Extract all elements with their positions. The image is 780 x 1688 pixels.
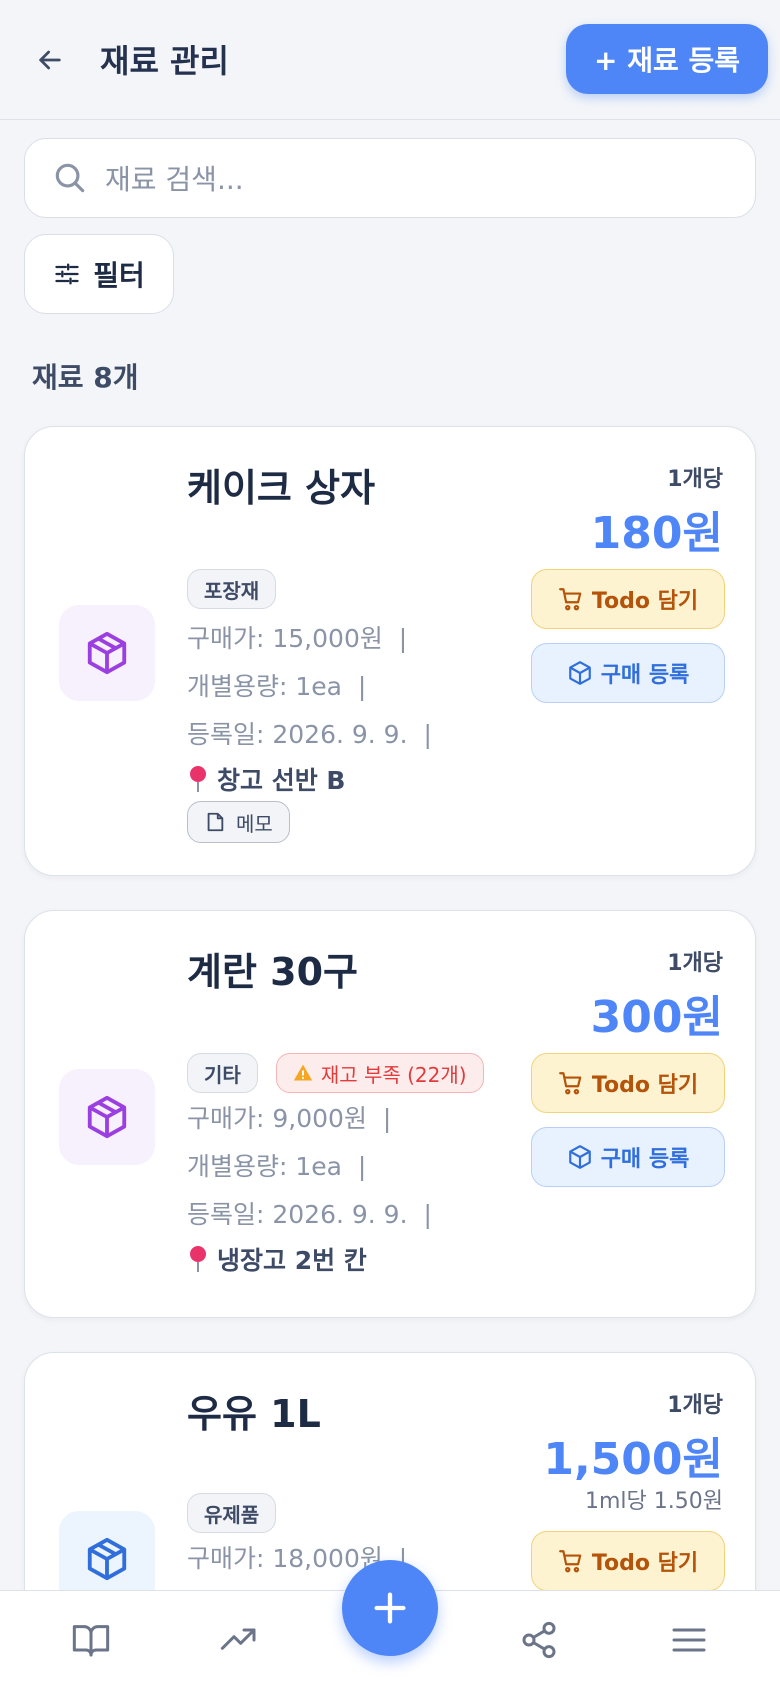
plus-icon	[374, 1592, 406, 1624]
purchase-price: 구매가: 15,000원 |	[187, 624, 408, 653]
add-todo-button[interactable]: Todo 담기	[531, 1053, 725, 1113]
register-purchase-button[interactable]: 구매 등록	[531, 643, 725, 703]
low-stock-badge: 재고 부족 (22개)	[275, 1053, 484, 1093]
material-card[interactable]: 계란 30구 1개당 300원 기타 재고 부족 (22개) 구매가: 9,00…	[24, 910, 756, 1318]
menu-icon	[672, 1628, 706, 1652]
nav-share[interactable]	[514, 1615, 564, 1665]
note-icon	[207, 812, 224, 832]
category-tag: 포장재	[187, 569, 277, 609]
back-button[interactable]	[30, 40, 70, 80]
register-purchase-button[interactable]: 구매 등록	[531, 1127, 725, 1187]
search-box	[24, 138, 756, 218]
material-card[interactable]: 케이크 상자 1개당 180원 포장재 구매가: 15,000원 | 개별용량:…	[24, 426, 756, 876]
material-name: 우유 1L	[187, 1392, 321, 1436]
filter-button[interactable]: 필터	[24, 234, 174, 314]
book-open-icon	[72, 1625, 110, 1657]
storage-location: 냉장고 2번 칸	[187, 1241, 367, 1277]
search-icon	[55, 163, 85, 193]
filter-label: 필터	[93, 259, 145, 292]
page-title: 재료 관리	[100, 42, 229, 80]
share-icon	[522, 1621, 556, 1659]
unit-label: 1개당	[667, 1393, 723, 1418]
unit-label: 1개당	[667, 467, 723, 492]
tag-list: 유제품	[187, 1493, 277, 1533]
package-icon	[87, 1537, 127, 1581]
material-thumbnail	[59, 605, 155, 701]
material-count: 재료 8개	[32, 361, 139, 394]
package-icon	[87, 631, 127, 675]
unit-price: 300원	[590, 992, 723, 1043]
unit-volume: 개별용량: 1ea |	[187, 672, 367, 701]
arrow-left-icon	[39, 50, 61, 70]
package-icon	[568, 1145, 591, 1169]
registered-date: 등록일: 2026. 9. 9. |	[187, 1200, 432, 1229]
floating-add-button[interactable]	[342, 1560, 438, 1656]
nav-trends[interactable]	[214, 1615, 264, 1665]
per-ml-price: 1ml당 1.50원	[585, 1489, 723, 1514]
material-name: 계란 30구	[187, 950, 358, 994]
app-header: 재료 관리 + 재료 등록	[0, 0, 780, 120]
purchase-price: 구매가: 9,000원 |	[187, 1104, 392, 1133]
sliders-icon	[55, 263, 79, 285]
unit-volume: 개별용량: 1ea |	[187, 1152, 367, 1181]
trending-up-icon	[220, 1628, 256, 1650]
pin-icon	[190, 766, 206, 792]
tag-list: 기타 재고 부족 (22개)	[187, 1053, 484, 1093]
nav-menu[interactable]	[664, 1615, 714, 1665]
unit-price: 180원	[590, 508, 723, 559]
cart-icon	[558, 1072, 582, 1095]
unit-label: 1개당	[667, 951, 723, 976]
unit-price: 1,500원	[543, 1434, 723, 1485]
category-tag: 기타	[187, 1053, 258, 1093]
add-material-button[interactable]: + 재료 등록	[566, 24, 768, 94]
memo-button[interactable]: 메모	[187, 801, 290, 843]
nav-recipes[interactable]	[66, 1615, 116, 1665]
cart-icon	[558, 1550, 582, 1573]
warning-icon	[293, 1064, 312, 1081]
search-input[interactable]	[105, 157, 725, 201]
add-todo-button[interactable]: Todo 담기	[531, 1531, 725, 1591]
tag-list: 포장재	[187, 569, 277, 609]
storage-location: 창고 선반 B	[187, 761, 345, 797]
pin-icon	[190, 1246, 206, 1272]
package-icon	[87, 1095, 127, 1139]
package-icon	[568, 661, 591, 685]
material-name: 케이크 상자	[187, 466, 376, 510]
cart-icon	[558, 588, 582, 611]
add-todo-button[interactable]: Todo 담기	[531, 569, 725, 629]
category-tag: 유제품	[187, 1493, 277, 1533]
material-thumbnail	[59, 1069, 155, 1165]
registered-date: 등록일: 2026. 9. 9. |	[187, 720, 432, 749]
